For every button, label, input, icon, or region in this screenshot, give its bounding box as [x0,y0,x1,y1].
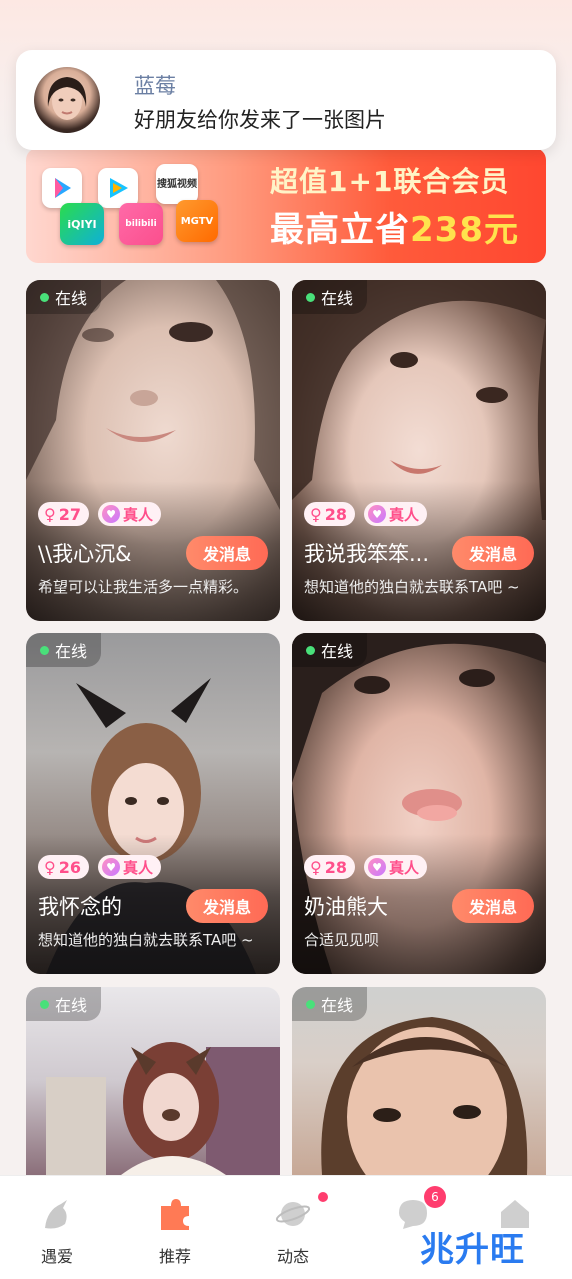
online-status: 在线 [292,280,368,314]
user-bio: 希望可以让我生活多一点精彩。 [38,578,249,596]
mgtv-logo-icon: MGTV [176,200,218,242]
user-name: 我说我笨笨... [304,542,430,566]
partner-logos: iQIYI bilibili 搜狐视频 MGTV [26,148,266,263]
user-bio: 合适见见呗 [304,931,380,949]
user-card[interactable]: 在线 ♀ 28 ♥ 真人 奶油熊大 发消息 合适见见呗 [292,633,546,974]
tab-label: 推荐 [158,1247,191,1266]
age-badge: ♀ 26 [38,855,89,879]
tab-label: 动态 [276,1247,309,1266]
online-dot-icon [40,645,49,655]
user-bio: 想知道他的独白就去联系TA吧 ~ [304,578,520,596]
online-dot-icon [40,999,49,1009]
verified-badge: ♥ 真人 [364,855,428,879]
watermark-logo: 兆升旺 [420,1230,525,1270]
user-card[interactable]: 在线 [292,987,546,1175]
unread-count-badge: 6 [424,1186,446,1208]
online-status: 在线 [26,633,102,667]
vip-promo-banner[interactable]: iQIYI bilibili 搜狐视频 MGTV 超值1+1联合会员 最高立省2… [26,148,546,263]
verified-badge: ♥ 真人 [364,502,428,526]
online-status: 在线 [26,987,102,1021]
tencent-video-logo-icon [98,168,138,208]
online-dot-icon [40,292,49,302]
online-status: 在线 [292,987,368,1021]
tab-moments[interactable]: 动态 [236,1176,350,1279]
user-name: 我怀念的 [38,895,122,919]
user-name: 奶油熊大 [304,895,388,919]
verified-badge: ♥ 真人 [98,855,162,879]
heart-icon: ♥ [368,505,386,523]
user-bio: 想知道他的独白就去联系TA吧 ~ [38,931,254,949]
sender-avatar [34,67,100,133]
new-activity-dot [318,1192,328,1202]
notification-message: 好朋友给你发来了一张图片 [134,108,386,132]
banner-headline: 超值1+1联合会员 [270,165,510,198]
message-notification[interactable]: 蓝莓 好朋友给你发来了一张图片 [16,50,556,150]
age-badge: ♀ 28 [304,502,355,526]
tab-yuai[interactable]: 遇爱 [0,1176,114,1279]
verified-badge: ♥ 真人 [98,502,162,526]
banner-savings: 最高立省238元 [270,210,519,250]
bilibili-logo-icon: bilibili [119,203,163,245]
send-message-button[interactable]: 发消息 [186,536,268,570]
online-dot-icon [306,999,315,1009]
online-status: 在线 [26,280,102,314]
notification-sender: 蓝莓 [134,74,176,98]
heart-icon: ♥ [102,858,120,876]
youku-logo-icon [42,168,82,208]
planet-icon [275,1196,311,1232]
sohu-video-logo-icon: 搜狐视频 [156,164,198,204]
sprout-icon [39,1196,75,1232]
age-badge: ♀ 27 [38,502,89,526]
user-card[interactable]: 在线 [26,987,280,1175]
online-status: 在线 [292,633,368,667]
female-symbol-icon: ♀ [310,857,322,877]
online-dot-icon [306,645,315,655]
female-symbol-icon: ♀ [44,857,56,877]
online-dot-icon [306,292,315,302]
user-name: \\我心沉& [38,542,132,566]
age-badge: ♀ 28 [304,855,355,879]
user-card[interactable]: 在线 ♀ 27 ♥ 真人 \\我心沉& 发消息 希望可以让我生活多一点精彩。 [26,280,280,621]
heart-icon: ♥ [102,505,120,523]
female-symbol-icon: ♀ [310,504,322,524]
heart-icon: ♥ [368,858,386,876]
send-message-button[interactable]: 发消息 [452,536,534,570]
tab-label: 遇爱 [40,1247,73,1266]
user-card[interactable]: 在线 ♀ 26 ♥ 真人 我怀念的 发消息 想知道他的独白就去联系TA吧 ~ [26,633,280,974]
iqiyi-logo-icon: iQIYI [60,203,104,245]
tab-recommend[interactable]: 推荐 [118,1176,232,1279]
user-card[interactable]: 在线 ♀ 28 ♥ 真人 我说我笨笨... 发消息 想知道他的独白就去联系TA吧 ~ [292,280,546,621]
send-message-button[interactable]: 发消息 [452,889,534,923]
puzzle-icon [157,1196,193,1232]
send-message-button[interactable]: 发消息 [186,889,268,923]
female-symbol-icon: ♀ [44,504,56,524]
